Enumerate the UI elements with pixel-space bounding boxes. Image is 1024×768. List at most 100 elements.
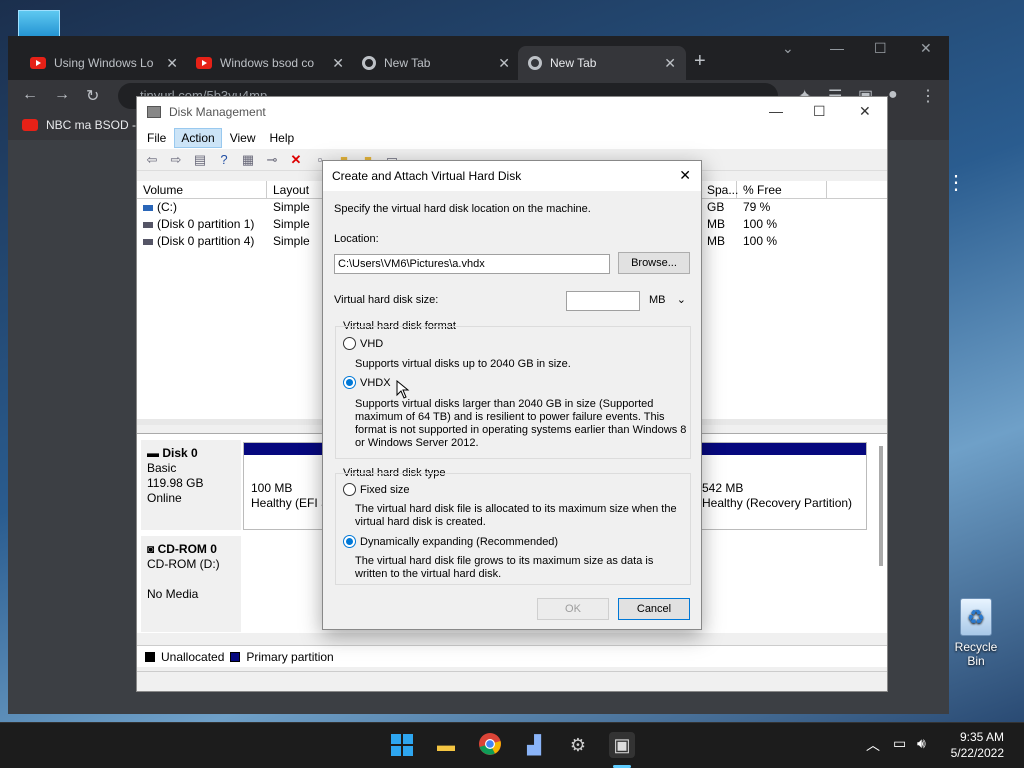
computer-management-icon[interactable]: ⚙ (565, 732, 591, 758)
recycle-bin[interactable]: ♻ Recycle Bin (946, 598, 1006, 668)
col-layout[interactable]: Layout (267, 181, 323, 198)
maximize-icon[interactable]: ☐ (874, 40, 887, 57)
tab-new-1[interactable]: New Tab ✕ (352, 46, 520, 80)
help-icon[interactable]: ? (215, 152, 233, 168)
forward-icon[interactable]: → (54, 86, 70, 104)
menu-help[interactable]: Help (264, 129, 301, 147)
tab-new-2[interactable]: New Tab ✕ (518, 46, 686, 80)
close-icon[interactable]: ✕ (679, 167, 691, 184)
menu-file[interactable]: File (141, 129, 172, 147)
dynamic-description: The virtual hard disk file grows to its … (355, 555, 654, 580)
volume-icon[interactable]: 🔊︎ (917, 735, 926, 752)
menu-bar: File Action View Help (137, 127, 887, 149)
close-tab-icon[interactable]: ✕ (166, 55, 178, 72)
menu-action[interactable]: Action (174, 128, 222, 148)
disk0-info[interactable]: ▬ Disk 0 Basic 119.98 GB Online (141, 440, 241, 530)
col-volume[interactable]: Volume (137, 181, 267, 198)
col-free-space[interactable]: Spa... (701, 181, 738, 198)
bookmark-item[interactable]: NBC ma BSOD - Y (22, 118, 147, 132)
recovery-partition[interactable]: 542 MB Healthy (Recovery Partition) (702, 481, 852, 511)
clock[interactable]: 9:35 AM 5/22/2022 (951, 729, 1004, 761)
profile-icon[interactable]: ● (888, 86, 898, 104)
vhd-label[interactable]: VHD (360, 338, 383, 350)
back-icon[interactable]: ← (22, 86, 38, 104)
fixed-size-description: The virtual hard disk file is allocated … (355, 503, 677, 528)
recycle-bin-label: Recycle Bin (954, 640, 998, 668)
menu-view[interactable]: View (224, 129, 262, 147)
taskbar: ▬ ▟ ⚙ ▣ ︿ ▭ 🔊︎ 9:35 AM 5/22/2022 (0, 722, 1024, 768)
volume-name: (Disk 0 partition 1) (157, 217, 255, 231)
network-icon[interactable]: ▭ (893, 735, 906, 752)
forward-icon[interactable]: ⇨ (167, 152, 185, 168)
partition-status: Healthy (EFI S (251, 496, 330, 510)
volume-free: 100 % (743, 217, 778, 231)
legend-unallocated: Unallocated (161, 649, 225, 664)
close-icon[interactable]: ✕ (920, 40, 932, 57)
delete-icon[interactable]: ✕ (287, 152, 305, 168)
volume-name: (Disk 0 partition 4) (157, 234, 255, 248)
properties-icon[interactable]: ▦ (239, 152, 257, 168)
close-icon[interactable]: ✕ (859, 103, 871, 120)
size-unit-select[interactable]: MB ⌄ (646, 291, 690, 311)
close-tab-icon[interactable]: ✕ (498, 55, 510, 72)
tab-search-icon[interactable]: ⌄ (782, 40, 794, 57)
menu-icon[interactable]: ⋮ (920, 86, 936, 106)
fixed-size-label[interactable]: Fixed size (360, 484, 410, 496)
drive-icon (143, 221, 153, 228)
minimize-icon[interactable]: — (830, 40, 844, 56)
dialog-titlebar: Create and Attach Virtual Hard Disk ✕ (323, 161, 701, 191)
chevron-up-icon[interactable]: ︿ (866, 735, 880, 755)
disk-status: Online (147, 491, 182, 505)
cdrom-drive: CD-ROM (D:) (147, 557, 220, 571)
maximize-icon[interactable]: ☐ (813, 103, 826, 120)
back-icon[interactable]: ⇦ (143, 152, 161, 168)
console-tree-icon[interactable]: ▤ (191, 152, 209, 168)
size-unit-value: MB (649, 294, 666, 306)
cancel-button[interactable]: Cancel (618, 598, 690, 620)
volume-layout: Simple (273, 200, 310, 214)
partition-size: 542 MB (702, 481, 744, 495)
fixed-size-radio[interactable] (343, 483, 356, 496)
volume-name: (C:) (157, 200, 177, 214)
location-input[interactable]: C:\Users\VM6\Pictures\a.vhdx (334, 254, 610, 274)
vhdx-label[interactable]: VHDX (360, 377, 391, 389)
status-bar (137, 671, 887, 691)
volume-free: 79 % (743, 200, 771, 214)
tab-youtube-2[interactable]: Windows bsod co ✕ (186, 46, 354, 80)
size-input[interactable] (566, 291, 640, 311)
file-explorer-icon[interactable]: ▬ (433, 732, 459, 758)
tab-youtube-1[interactable]: Using Windows Lo ✕ (20, 46, 188, 80)
date-text: 5/22/2022 (950, 746, 1004, 760)
chrome-taskbar-icon[interactable] (477, 732, 503, 758)
close-tab-icon[interactable]: ✕ (664, 55, 676, 72)
drive-icon (143, 238, 153, 245)
browse-button[interactable]: Browse... (618, 252, 690, 274)
connect-icon[interactable]: ⊸ (263, 152, 281, 168)
vhd-radio[interactable] (343, 337, 356, 350)
dm-title: Disk Management (169, 105, 266, 119)
vhdx-radio[interactable] (343, 376, 356, 389)
start-button[interactable] (389, 732, 415, 758)
graph-scrollbar[interactable] (879, 446, 883, 566)
disk-management-icon (147, 106, 161, 118)
efi-partition[interactable]: 100 MB Healthy (EFI S (251, 481, 329, 511)
volume-layout: Simple (273, 234, 310, 248)
partition-status: Healthy (Recovery Partition) (702, 496, 853, 510)
reload-icon[interactable]: ↻ (86, 86, 99, 106)
cdrom-info[interactable]: ◙ CD-ROM 0 CD-ROM (D:) No Media (141, 536, 241, 632)
disk-management-taskbar-icon[interactable]: ▣ (609, 732, 635, 758)
size-label: Virtual hard disk size: (334, 294, 439, 306)
new-tab-icon[interactable]: + (694, 50, 706, 73)
close-tab-icon[interactable]: ✕ (332, 55, 344, 72)
youtube-icon (196, 57, 212, 69)
volume-free: 100 % (743, 234, 778, 248)
minimize-icon[interactable]: — (769, 103, 783, 119)
tab-strip: Using Windows Lo ✕ Windows bsod co ✕ New… (8, 36, 949, 80)
dynamic-label[interactable]: Dynamically expanding (Recommended) (360, 536, 558, 548)
time-text: 9:35 AM (959, 730, 1004, 744)
task-manager-icon[interactable]: ▟ (521, 732, 547, 758)
col-percent-free[interactable]: % Free (737, 181, 827, 198)
dynamic-radio[interactable] (343, 535, 356, 548)
ok-button[interactable]: OK (537, 598, 609, 620)
volume-space: GB (707, 200, 725, 214)
